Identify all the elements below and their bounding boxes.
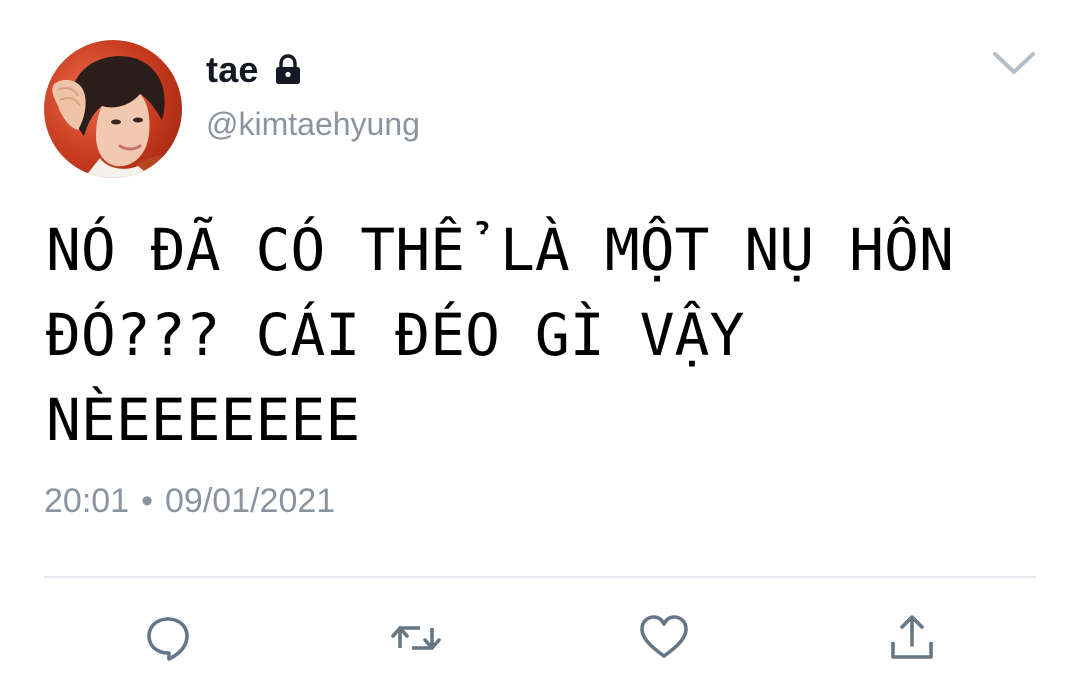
share-button[interactable] xyxy=(884,612,940,668)
tweet-text: NÓ ĐÃ CÓ THỂ LÀ MỘT NỤ HÔN ĐÓ??? CÁI ĐÉO… xyxy=(46,216,954,454)
reply-icon xyxy=(142,612,194,669)
tweet-time: 20:01 xyxy=(44,482,130,520)
separator-dot: • xyxy=(141,482,153,520)
avatar[interactable] xyxy=(44,40,182,178)
user-handle[interactable]: @kimtaehyung xyxy=(206,106,420,143)
display-name[interactable]: tae xyxy=(206,49,259,91)
name-row: tae xyxy=(206,48,305,92)
share-icon xyxy=(886,612,938,669)
like-icon xyxy=(638,612,690,669)
tweet-card: tae @kimtaehyung NÓ ĐÃ CÓ THỂ LÀ MỘT NỤ … xyxy=(0,0,1080,700)
lock-icon xyxy=(271,53,305,87)
reply-button[interactable] xyxy=(140,612,196,668)
tweet-date: 09/01/2021 xyxy=(165,482,336,520)
divider xyxy=(44,576,1036,578)
avatar-portrait xyxy=(52,56,182,178)
chevron-down-icon[interactable] xyxy=(990,48,1038,78)
retweet-icon xyxy=(390,612,442,669)
tweet-timestamp[interactable]: 20:01 • 09/01/2021 xyxy=(44,482,335,521)
like-button[interactable] xyxy=(636,612,692,668)
retweet-button[interactable] xyxy=(388,612,444,668)
